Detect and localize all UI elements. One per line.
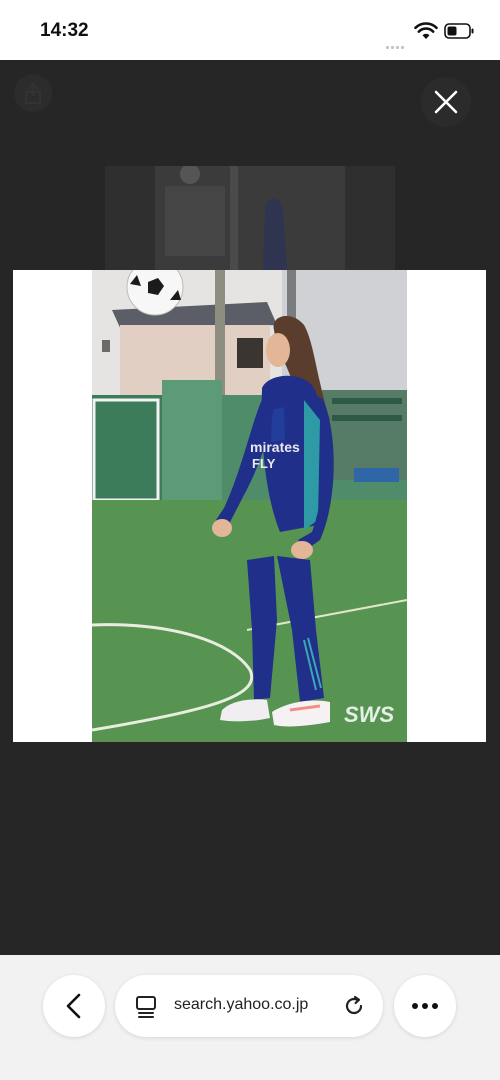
image-viewer: mirates FLY SWS	[0, 60, 500, 955]
browser-toolbar: search.yahoo.co.jp	[0, 955, 500, 1080]
jersey-text-line1: mirates	[250, 439, 300, 455]
close-icon	[434, 90, 458, 114]
more-button[interactable]	[394, 975, 456, 1037]
wifi-icon	[414, 22, 438, 39]
back-button[interactable]	[43, 975, 105, 1037]
url-text: search.yahoo.co.jp	[174, 996, 309, 1013]
battery-icon	[444, 23, 474, 39]
chevron-left-icon	[66, 993, 81, 1019]
cellular-signal-icon	[386, 36, 408, 49]
address-bar[interactable]: search.yahoo.co.jp	[115, 975, 383, 1037]
more-icon	[412, 1003, 438, 1009]
close-button[interactable]	[421, 77, 471, 127]
image-frame: mirates FLY SWS	[13, 270, 486, 742]
tabs-icon[interactable]	[135, 995, 157, 1019]
image-watermark: SWS	[344, 702, 394, 727]
status-bar: 14:32	[0, 0, 500, 60]
jersey-text-line2: FLY	[252, 456, 276, 471]
previous-image-thumbnail[interactable]	[105, 166, 395, 270]
share-icon[interactable]	[14, 74, 52, 112]
status-time: 14:32	[40, 20, 89, 41]
soccer-player-photo[interactable]: mirates FLY SWS	[92, 270, 407, 742]
reload-icon[interactable]	[342, 994, 366, 1018]
